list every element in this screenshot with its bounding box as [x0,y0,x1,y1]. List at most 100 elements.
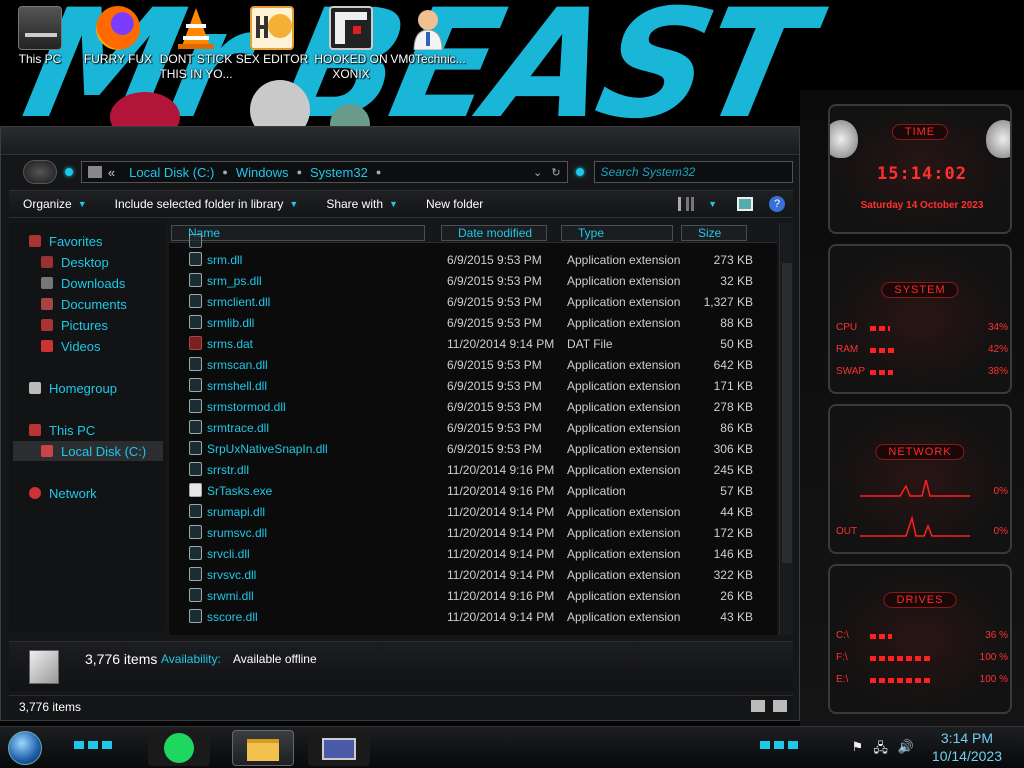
window-title-bar[interactable] [1,127,799,155]
address-bar[interactable]: « Local Disk (C:) ● Windows ● System32 ●… [80,161,568,183]
help-icon[interactable]: ? [769,196,785,212]
file-name: SrTasks.exe [207,484,273,498]
download-icon [41,277,53,289]
drive-icon [41,445,53,457]
breadcrumb-separator-icon[interactable]: ● [376,167,381,177]
nav-favorites[interactable]: Favorites [29,231,183,251]
table-row[interactable]: srrstr.dll 11/20/2014 9:16 PM Application … [169,459,777,480]
taskbar-clock[interactable]: 3:14 PM 10/14/2023 [932,729,1002,765]
volume-icon[interactable]: 🔊 [898,739,914,761]
spotify-icon [164,733,194,763]
file-size: 171 KB [713,379,753,393]
table-row[interactable]: srm.dll 6/9/2015 9:53 PM Application exten… [169,249,777,270]
nav-local-disk[interactable]: Local Disk (C:) [13,441,163,461]
file-date: 6/9/2015 9:53 PM [447,400,542,414]
table-row[interactable]: srmlib.dll 6/9/2015 9:53 PM Application ex… [169,312,777,333]
taskbar-app-button[interactable] [308,730,370,766]
recent-locations-icon[interactable] [64,168,73,176]
organize-button[interactable]: Organize ▼ [9,197,101,211]
desktop-icon-furry-fux[interactable]: FURRY FUX [78,6,158,67]
file-name: srwmi.dll [207,589,254,603]
start-orb-button[interactable] [8,731,42,765]
chevron-down-icon: ▼ [77,199,87,209]
table-row[interactable]: SrTasks.exe 11/20/2014 9:16 PM Application… [169,480,777,501]
table-row[interactable]: srvsvc.dll 11/20/2014 9:14 PM Application … [169,564,777,585]
nav-homegroup[interactable]: Homegroup [29,378,183,398]
drives-gadget[interactable]: DRIVES C:\ 36 % F:\ 100 % E:\ 100 % [828,564,1012,714]
breadcrumb-windows[interactable]: Windows [236,165,289,180]
file-explorer-window[interactable]: « Local Disk (C:) ● Windows ● System32 ●… [0,126,800,721]
breadcrumb-system32[interactable]: System32 [310,165,368,180]
videos-icon [41,340,53,352]
table-row[interactable]: srumapi.dll 11/20/2014 9:14 PM Application… [169,501,777,522]
table-row[interactable]: srmscan.dll 6/9/2015 9:53 PM Application e… [169,354,777,375]
file-name: srms.dat [207,337,254,351]
view-options-icon[interactable] [678,197,695,211]
large-icons-view-icon[interactable] [773,700,787,712]
folder-icon [87,166,102,178]
drive-e-metric: E:\ 100 % [836,674,1008,685]
dll-file-icon [189,567,202,581]
file-size: 322 KB [713,568,753,582]
address-dropdown-icon[interactable]: ⌄ [533,167,542,179]
file-date: 6/9/2015 9:53 PM [447,379,542,393]
network-gadget[interactable]: NETWORK 0% OUT 0% [828,404,1012,554]
taskbar-explorer-button[interactable] [232,730,294,766]
taskbar-decoration [74,741,116,749]
table-row[interactable]: srm_ps.dll 6/9/2015 9:53 PM Application ex… [169,270,777,291]
table-row[interactable]: srumsvc.dll 11/20/2014 9:14 PM Application… [169,522,777,543]
desktop-icon-dont-stick[interactable]: DONT STICK THIS IN YO... [156,6,236,82]
file-name: srmstormod.dll [207,400,286,414]
scrollbar-thumb[interactable] [782,263,792,563]
cpu-metric: CPU 34% [836,322,1008,333]
view-dropdown-icon[interactable]: ▼ [708,199,717,209]
network-tray-icon[interactable]: 🖧 [873,739,888,761]
file-size: 32 KB [720,274,753,288]
table-row[interactable]: srms.dat 11/20/2014 9:14 PM DAT File 50 KB [169,333,777,354]
file-list[interactable]: Name Date modified Type Size srm.dll 6/9/… [169,223,777,635]
table-row[interactable]: SrpUxNativeSnapIn.dll 6/9/2015 9:53 PM App… [169,438,777,459]
file-type: Application extension [567,568,681,582]
refresh-icon[interactable]: ↻ [551,167,560,179]
desktop-icon-vm0technic[interactable]: VM0Technic... [388,6,468,67]
dat-file-icon [189,336,202,350]
desktop-icon-sex-editor[interactable]: SEX EDITOR [232,6,312,67]
desktop-icon-hooked-on-xonix[interactable]: HOOKED ON XONIX [310,6,392,82]
share-with-button[interactable]: Share with ▼ [312,197,412,211]
breadcrumb-separator-icon[interactable]: ● [297,167,302,177]
address-overflow[interactable]: « [108,165,115,180]
dll-file-icon [189,252,202,266]
ram-metric: RAM 42% [836,344,1008,355]
nav-network[interactable]: Network [29,483,183,503]
taskbar-spotify-button[interactable] [148,730,210,766]
drive-f-metric: F:\ 100 % [836,652,1008,663]
table-row[interactable]: srwmi.dll 11/20/2014 9:16 PM Application e… [169,585,777,606]
table-row[interactable]: srvcli.dll 11/20/2014 9:14 PM Application … [169,543,777,564]
gadget-clock-time: 15:14:02 [877,164,967,184]
file-name: srmlib.dll [207,316,255,330]
table-row[interactable]: srmstormod.dll 6/9/2015 9:53 PM Applicatio… [169,396,777,417]
new-folder-button[interactable]: New folder [412,197,497,211]
table-row[interactable]: srmtrace.dll 6/9/2015 9:53 PM Application … [169,417,777,438]
breadcrumb-separator-icon[interactable]: ● [222,167,227,177]
details-view-icon[interactable] [751,700,765,712]
desktop-icon-this-pc[interactable]: This PC [0,6,80,67]
vertical-scrollbar[interactable] [779,223,793,635]
table-row[interactable]: srmclient.dll 6/9/2015 9:53 PM Application… [169,291,777,312]
time-gadget[interactable]: TIME 15:14:02 Saturday 14 October 2023 [828,104,1012,234]
flag-icon[interactable]: ⚑ [852,739,864,761]
availability-label: Availability: [161,652,221,666]
file-date: 11/20/2014 9:14 PM [447,505,555,519]
table-row[interactable]: sscore.dll 11/20/2014 9:14 PM Application … [169,606,777,627]
items-icon [29,650,59,684]
search-input[interactable]: Search System32 [593,161,794,183]
system-gadget[interactable]: SYSTEM CPU 34% RAM 42% SWAP 38% [828,244,1012,394]
back-forward-button[interactable] [23,160,57,184]
nav-this-pc[interactable]: This PC [29,420,183,440]
include-in-library-button[interactable]: Include selected folder in library ▼ [101,197,313,211]
breadcrumb-local-disk[interactable]: Local Disk (C:) [129,165,214,180]
swap-metric: SWAP 38% [836,366,1008,377]
file-size: 146 KB [713,547,753,561]
preview-pane-icon[interactable] [737,197,753,211]
table-row[interactable]: srmshell.dll 6/9/2015 9:53 PM Application … [169,375,777,396]
